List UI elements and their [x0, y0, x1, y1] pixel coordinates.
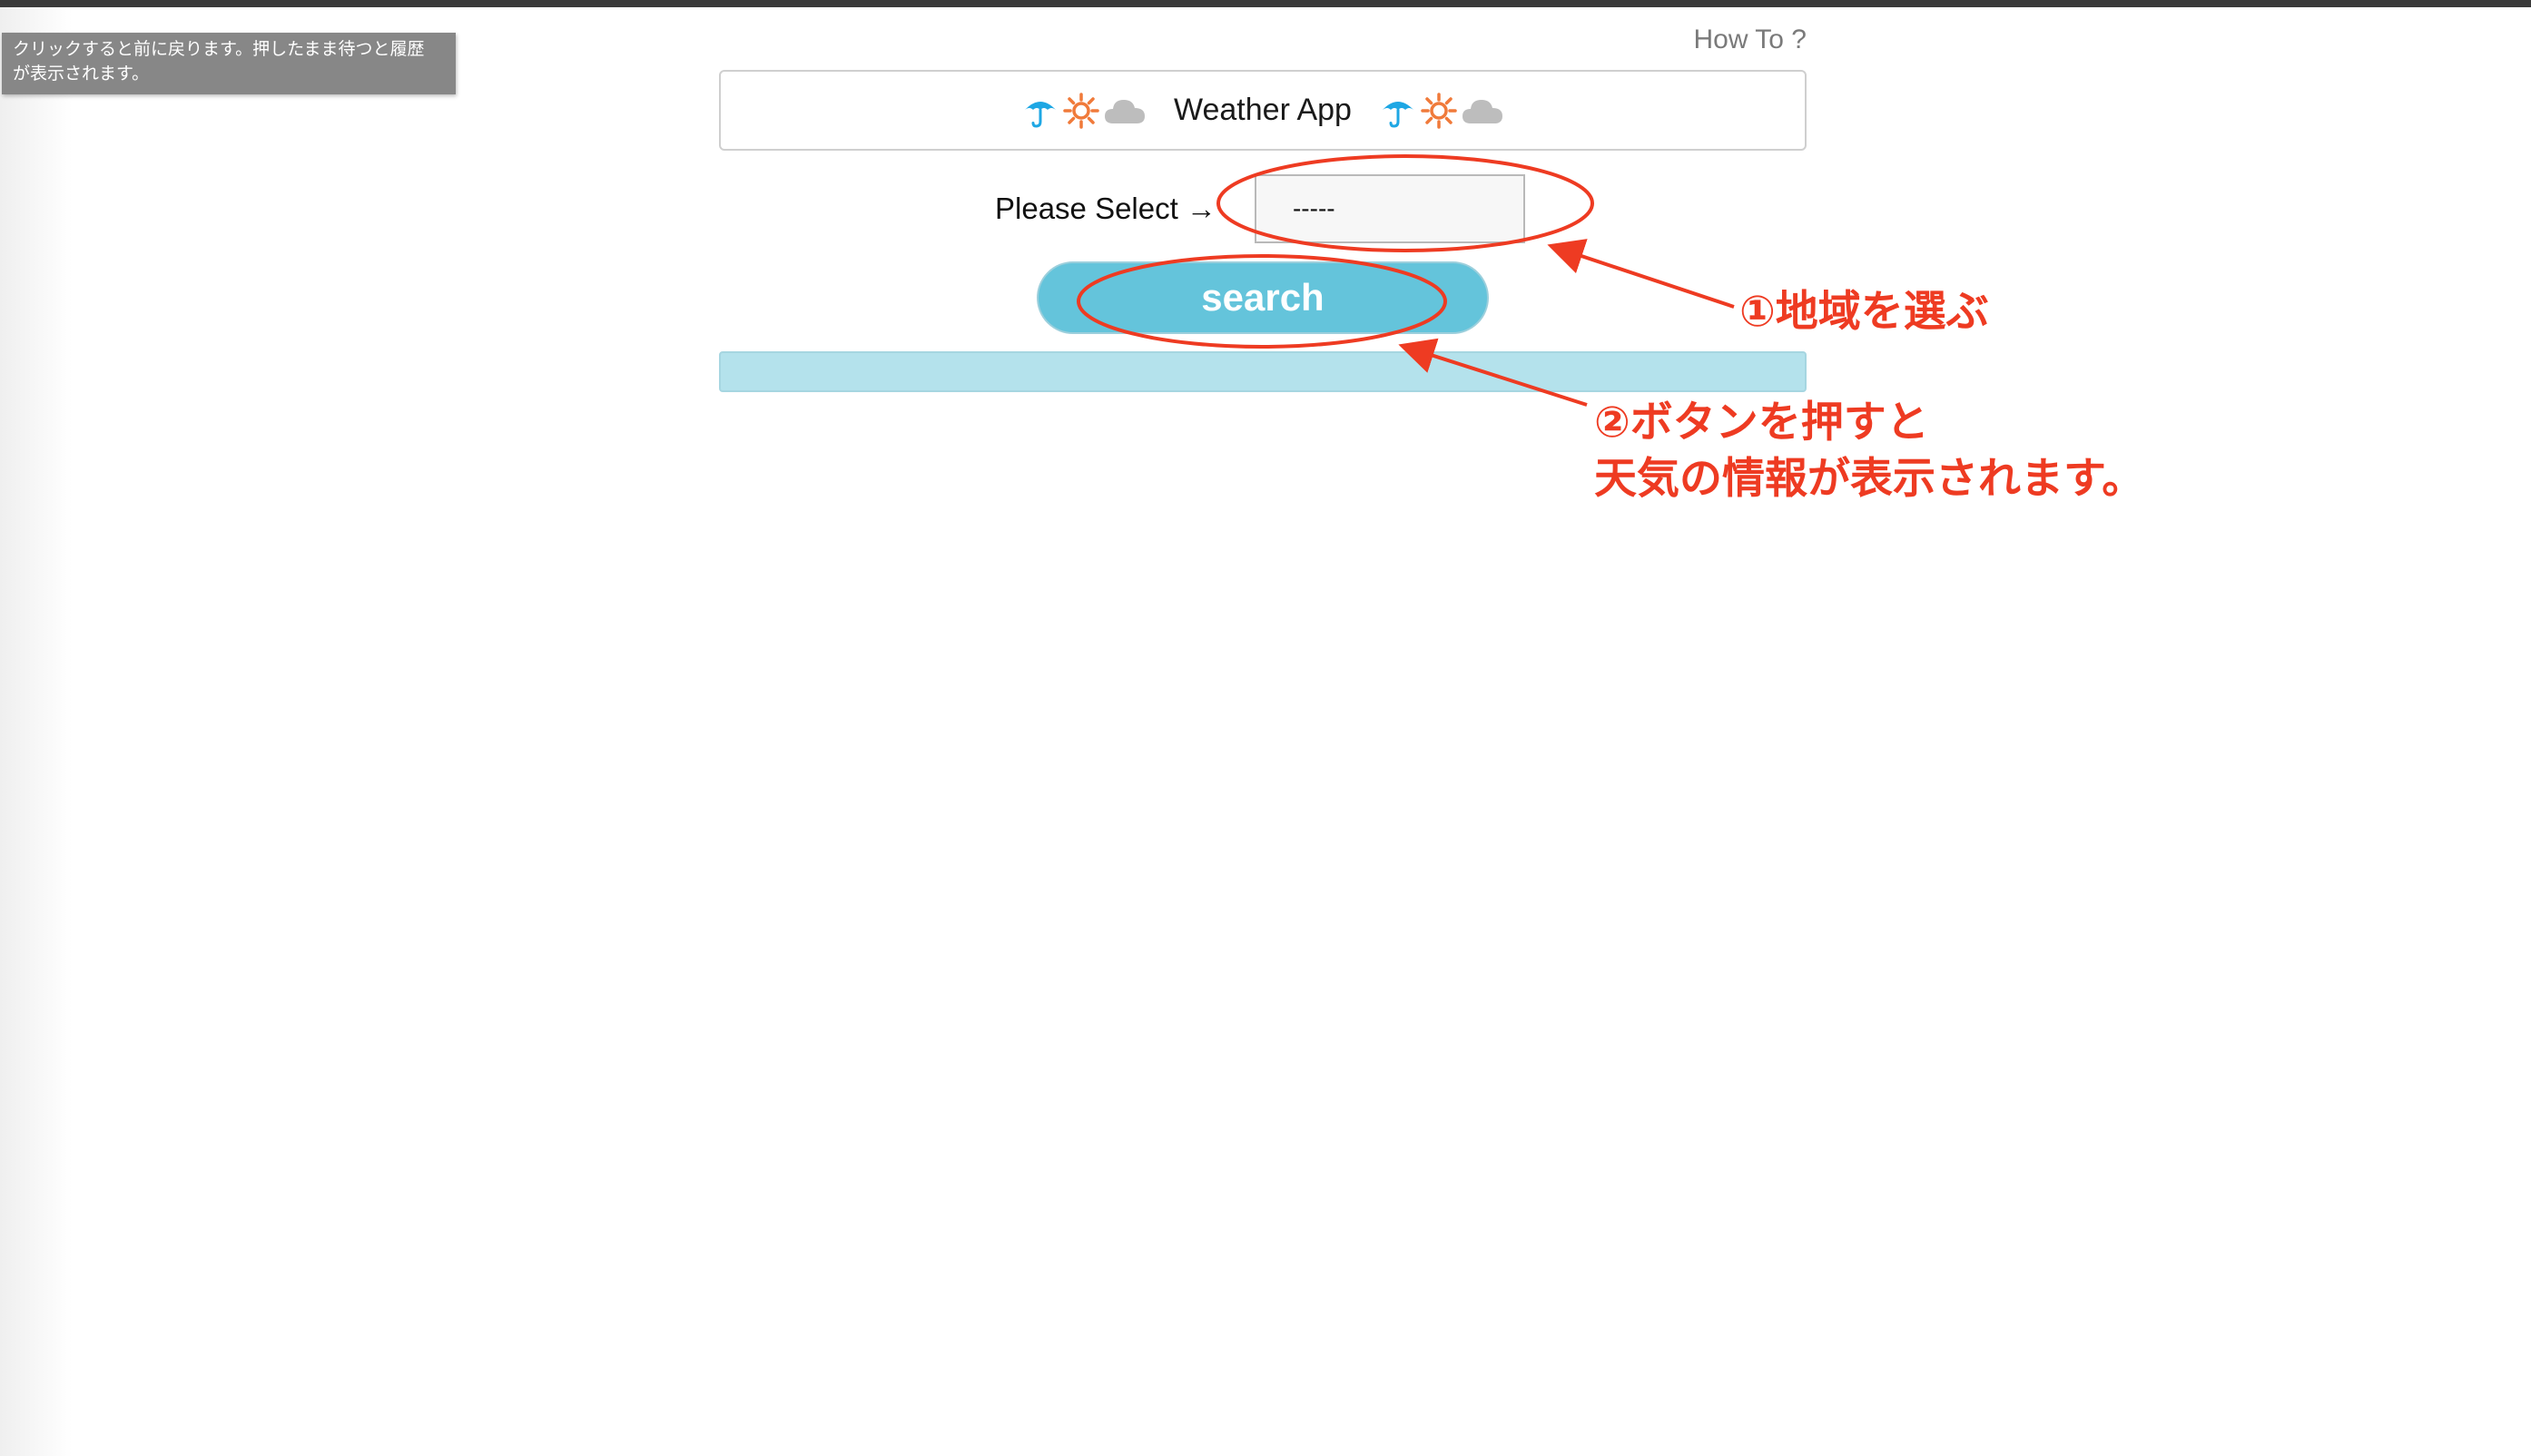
- back-button-tooltip: クリックすると前に戻ります。押したまま待つと履歴 が表示されます。: [2, 33, 456, 94]
- sun-icon: [1063, 92, 1099, 129]
- region-select-row: Please Select → -----: [995, 174, 1525, 243]
- weather-icons-right: [1379, 92, 1504, 130]
- page-edge-shadow: [0, 7, 73, 1456]
- step1-arrow: [1547, 239, 1735, 309]
- tooltip-line-1: クリックすると前に戻ります。押したまま待つと履歴: [13, 39, 425, 59]
- page-title: Weather App: [1174, 93, 1352, 127]
- browser-top-bar: [0, 0, 2531, 7]
- select-label: Please Select →: [995, 192, 1216, 225]
- app-header: Weather App: [719, 70, 1807, 151]
- umbrella-icon: [1021, 92, 1059, 130]
- tooltip-line-2: が表示されます。: [13, 64, 150, 84]
- region-select[interactable]: -----: [1254, 174, 1525, 243]
- search-button[interactable]: search: [1037, 261, 1489, 334]
- step2-annotation: ②ボタンを押すと 天気の情報が表示されます。: [1594, 395, 2144, 507]
- step1-annotation: ①地域を選ぶ: [1739, 287, 1989, 337]
- step2-annotation-line-2: 天気の情報が表示されます。: [1594, 454, 2145, 504]
- weather-result-area: [719, 351, 1807, 392]
- sun-icon: [1421, 92, 1457, 129]
- cloud-icon: [1103, 94, 1147, 127]
- how-to-link[interactable]: How To ?: [1670, 20, 1807, 60]
- step2-annotation-line-1: ②ボタンを押すと: [1594, 398, 1929, 448]
- umbrella-icon: [1379, 92, 1417, 130]
- weather-icons-left: [1021, 92, 1147, 130]
- browser-viewport: クリックすると前に戻ります。押したまま待つと履歴 が表示されます。 How To…: [0, 0, 2531, 1456]
- cloud-icon: [1461, 94, 1504, 127]
